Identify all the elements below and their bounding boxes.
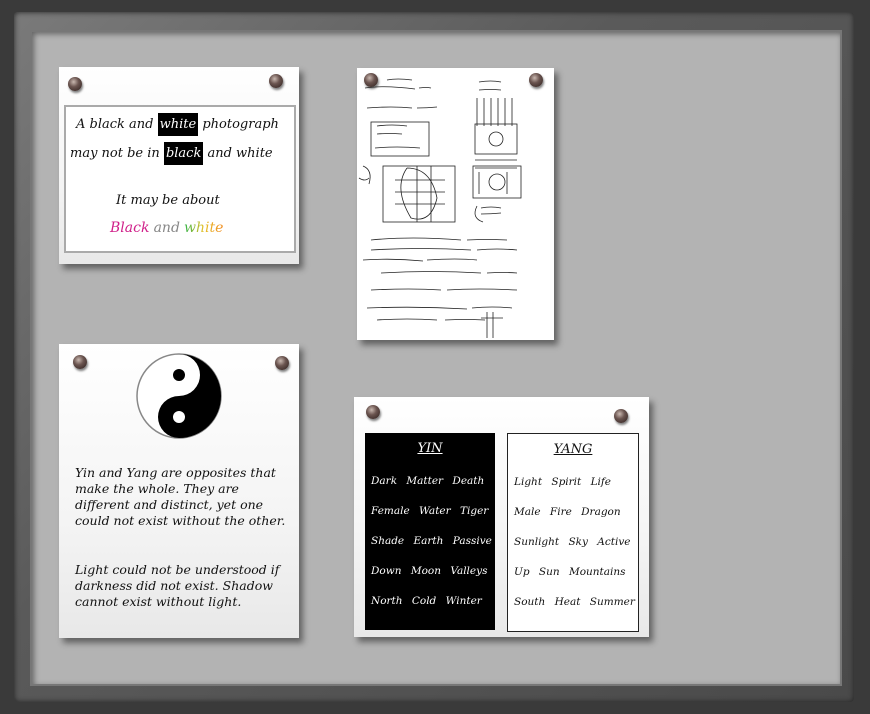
- line-1: A black and white photograph: [76, 113, 279, 136]
- note-yin-yang-table: YIN Dark Matter Death Female Water Tiger…: [354, 397, 649, 637]
- yin-yang-icon: [136, 353, 222, 439]
- handwritten-sketch: [358, 78, 522, 338]
- paragraph-light: Light could not be understood if darknes…: [75, 562, 280, 609]
- pin-icon: [275, 356, 289, 370]
- yang-row: Light Spirit Life: [514, 476, 612, 488]
- word-black: Black: [110, 220, 150, 236]
- note-sketch: [357, 68, 554, 340]
- pin-icon: [614, 409, 628, 423]
- line-3: It may be about: [116, 193, 220, 208]
- text: may not be in: [70, 146, 160, 161]
- yin-row: Shade Earth Passive: [371, 535, 492, 547]
- text: A black and: [76, 117, 154, 132]
- yin-column: YIN Dark Matter Death Female Water Tiger…: [365, 433, 495, 630]
- note-yin-yang: Yin and Yang are opposites that make the…: [59, 344, 299, 638]
- note-black-and-white: A black and white photograph may not be …: [59, 67, 299, 264]
- yin-row: Female Water Tiger: [371, 505, 489, 517]
- yang-column: YANG Light Spirit Life Male Fire Dragon …: [507, 433, 639, 632]
- text: and white: [207, 146, 273, 161]
- pin-icon: [366, 405, 380, 419]
- pin-icon: [68, 77, 82, 91]
- highlight-white: white: [157, 113, 199, 136]
- yin-title: YIN: [417, 441, 443, 456]
- paragraph-opposites: Yin and Yang are opposites that make the…: [75, 465, 286, 528]
- line-4: Black and white: [110, 220, 223, 236]
- highlight-black: black: [163, 142, 204, 165]
- pin-icon: [269, 74, 283, 88]
- yang-row: South Heat Summer: [514, 596, 635, 608]
- yang-row: Up Sun Mountains: [514, 566, 626, 578]
- pin-icon: [73, 355, 87, 369]
- yin-row: Dark Matter Death: [371, 475, 485, 487]
- word-white: white: [184, 220, 224, 236]
- word-and: and: [153, 220, 180, 236]
- yin-row: North Cold Winter: [371, 595, 482, 607]
- text: photograph: [202, 117, 279, 132]
- yang-title: YANG: [553, 442, 593, 457]
- yin-row: Down Moon Valleys: [371, 565, 488, 577]
- line-2: may not be in black and white: [70, 142, 273, 165]
- yang-row: Male Fire Dragon: [514, 506, 621, 518]
- note-text-box: A black and white photograph may not be …: [64, 105, 296, 253]
- yang-row: Sunlight Sky Active: [514, 536, 631, 548]
